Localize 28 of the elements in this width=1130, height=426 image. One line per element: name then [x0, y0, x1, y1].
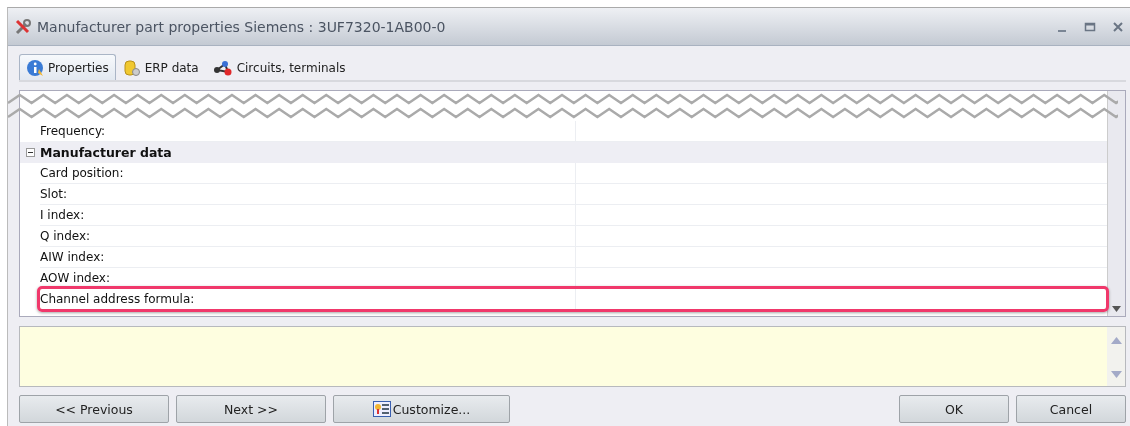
close-icon[interactable] [1112, 20, 1124, 33]
tab[interactable]: Properties [19, 54, 116, 80]
property-name: Frequency: [40, 121, 576, 141]
property-name: Card position: [40, 163, 576, 183]
window-title: Manufacturer part properties Siemens : 3UF7320-1AB00-0 [37, 18, 446, 35]
list-settings-icon [372, 401, 391, 417]
network-nodes-icon [212, 58, 233, 77]
dialog-button[interactable]: << Previous [19, 395, 169, 423]
dialog-button[interactable]: Next >> [176, 395, 326, 423]
scrollbar[interactable] [1107, 91, 1125, 316]
property-name: AOW index: [40, 268, 576, 288]
tab[interactable]: ERP data [115, 54, 206, 80]
scroll-up-icon[interactable] [1110, 337, 1122, 344]
tab[interactable]: Circuits, terminals [205, 54, 353, 80]
dialog-button[interactable]: Cancel [1016, 395, 1126, 423]
property-name: AIW index: [40, 247, 576, 267]
tools-icon [14, 17, 32, 36]
category-label: Manufacturer data [40, 145, 172, 160]
info-icon [26, 58, 44, 77]
maximize-icon[interactable] [1084, 20, 1096, 33]
scroll-down-icon[interactable] [1112, 306, 1121, 312]
property-name: Channel address formula: [40, 289, 576, 309]
property-name: Slot: [40, 184, 576, 204]
dialog-button[interactable]: Customize... [333, 395, 510, 423]
property-name: I index: [40, 205, 576, 225]
database-icon [122, 58, 141, 77]
dialog-button[interactable]: OK [899, 395, 1009, 423]
property-name: Q index: [40, 226, 576, 246]
